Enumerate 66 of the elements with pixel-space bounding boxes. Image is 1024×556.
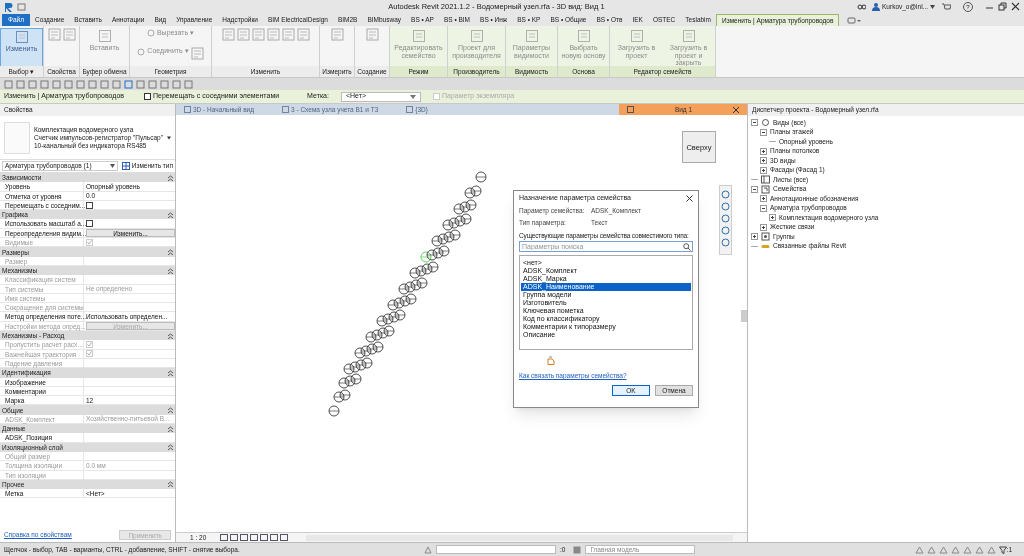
- ribbon-button-icon: [411, 29, 426, 43]
- collapse-icon[interactable]: [760, 128, 767, 136]
- ribbon-button-icon: [681, 29, 696, 43]
- family-icon: [761, 184, 770, 194]
- expand-icon[interactable]: [760, 166, 767, 174]
- edit-type-icon: [121, 162, 130, 170]
- collapse-icon[interactable]: [168, 249, 173, 255]
- collapse-icon[interactable]: [751, 185, 758, 193]
- collapse-icon[interactable]: [168, 444, 173, 451]
- app-logo-icon: [4, 1, 13, 12]
- window-icon[interactable]: [17, 2, 26, 11]
- collapse-icon[interactable]: [168, 425, 173, 432]
- expand-icon[interactable]: [760, 195, 767, 203]
- caret-icon: [930, 4, 935, 9]
- user-icon: [872, 2, 880, 11]
- caret-icon: [409, 94, 416, 99]
- collapse-icon[interactable]: [168, 481, 173, 488]
- close-icon[interactable]: [1011, 2, 1020, 11]
- horizontal-scrollbar[interactable]: [306, 534, 733, 541]
- navigation-bar[interactable]: [719, 185, 732, 255]
- expand-icon[interactable]: [760, 157, 767, 165]
- checkbox[interactable]: [86, 220, 93, 228]
- collapse-icon[interactable]: [168, 174, 173, 181]
- caret-icon[interactable]: [167, 135, 171, 140]
- ribbon-button-icon: [97, 29, 112, 43]
- panel-toggle-icon: [847, 16, 862, 24]
- expand-icon[interactable]: [760, 223, 767, 231]
- new-parameter-icon[interactable]: [547, 356, 555, 365]
- restore-icon[interactable]: [998, 2, 1007, 11]
- ribbon-button-icon: [576, 29, 591, 43]
- collapse-icon[interactable]: [168, 407, 173, 414]
- sheet-icon: [761, 175, 770, 185]
- collapse-icon[interactable]: [760, 204, 767, 212]
- caret-icon: [109, 164, 115, 168]
- ribbon-button-icon: [14, 30, 29, 44]
- group-icon: [761, 232, 770, 242]
- expand-icon[interactable]: [769, 214, 776, 222]
- collapse-icon[interactable]: [168, 332, 173, 339]
- collapse-icon[interactable]: [168, 211, 173, 218]
- ribbon-button-icon: [629, 29, 644, 43]
- view-icon: [761, 118, 770, 128]
- cart-icon[interactable]: [941, 2, 951, 11]
- scrollbar-thumb[interactable]: [741, 310, 747, 322]
- ribbon-button-icon: [469, 29, 484, 43]
- view-icon: [282, 106, 289, 113]
- expand-icon[interactable]: [760, 147, 767, 155]
- view-icon: [184, 106, 191, 113]
- view-icon: [406, 106, 414, 113]
- collapse-icon[interactable]: [168, 369, 173, 376]
- view-icon: [627, 106, 634, 113]
- collapse-icon[interactable]: [168, 267, 173, 274]
- design-options-icon[interactable]: [573, 545, 582, 554]
- tool-icon: [137, 47, 146, 56]
- ribbon-button-icon: [524, 29, 539, 43]
- checkbox[interactable]: [86, 201, 93, 209]
- type-preview: [4, 121, 30, 154]
- close-icon[interactable]: [733, 106, 739, 113]
- search-icon: [683, 242, 691, 251]
- filter-icon[interactable]: [998, 545, 1007, 554]
- binoculars-icon[interactable]: [857, 2, 866, 11]
- workset-icon[interactable]: [424, 545, 432, 554]
- close-icon[interactable]: [686, 194, 693, 202]
- collapse-icon[interactable]: [751, 119, 758, 127]
- tool-icon: [146, 29, 155, 37]
- expand-icon[interactable]: [751, 233, 758, 241]
- workset-dropdown[interactable]: [436, 545, 556, 554]
